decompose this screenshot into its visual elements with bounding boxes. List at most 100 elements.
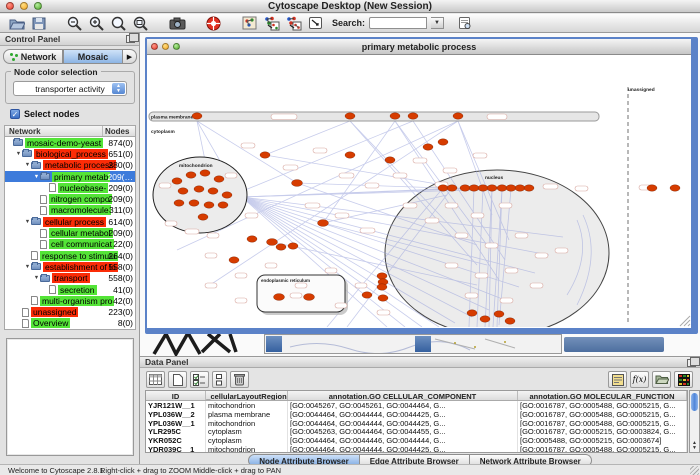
scrollbar-arrows[interactable]: ▲▼ — [690, 441, 699, 451]
table-cell[interactable]: YLR295C — [146, 427, 206, 436]
table-row[interactable]: YPL036W__2plasma membrane[GO:0044464, GO… — [146, 410, 687, 419]
table-cell[interactable]: mitochondrion — [206, 445, 288, 453]
expand-arrow-icon[interactable]: ▼ — [33, 275, 40, 281]
open-folder-icon[interactable] — [8, 15, 26, 32]
table-cell[interactable]: [GO:0044464, GO:0044444, GO:0044425, G..… — [288, 410, 518, 419]
table-cell[interactable]: YPL036W__1 — [146, 419, 206, 428]
expand-arrow-icon[interactable]: ▼ — [24, 264, 31, 270]
tree-row[interactable]: Overview8(0) — [5, 318, 135, 329]
table-row[interactable]: YJR121W__1mitochondrion[GO:0045267, GO:0… — [146, 401, 687, 410]
node-color-dropdown[interactable]: transporter activity ▲▼ — [13, 81, 127, 96]
table-cell[interactable]: [GO:0016787, GO:0005488, GO:0005215, G..… — [518, 419, 687, 428]
tree-row[interactable]: ▼establishment of lo558(0) — [5, 261, 135, 272]
destroy-network-icon[interactable] — [306, 15, 324, 32]
canvas-resize-grip[interactable] — [680, 316, 690, 326]
tree-row[interactable]: ▼cellular process614(0) — [5, 216, 135, 227]
col-header-region[interactable]: _cellularLayoutRegion — [206, 391, 288, 400]
table-row[interactable]: YPL036W__1mitochondrion[GO:0044464, GO:0… — [146, 419, 687, 428]
zoom-in-icon[interactable] — [88, 15, 106, 32]
nodes-column-header[interactable]: Nodes — [103, 126, 135, 136]
table-cell[interactable]: [GO:0045263, GO:0044464, GO:0044455, G..… — [288, 427, 518, 436]
tree-row[interactable]: unassigned223(0) — [5, 306, 135, 317]
table-cell[interactable]: [GO:0016787, GO:0005215, GO:0003824, G..… — [518, 427, 687, 436]
table-cell[interactable]: plasma membrane — [206, 410, 288, 419]
float-panel-icon[interactable] — [126, 35, 135, 43]
expand-arrow-icon[interactable]: ▼ — [15, 151, 22, 157]
table-cell[interactable]: YPL036W__2 — [146, 410, 206, 419]
tree-row[interactable]: nucleobase-209(0) — [5, 182, 135, 193]
search-config-icon[interactable] — [456, 15, 474, 32]
table-cell[interactable]: cytoplasm — [206, 427, 288, 436]
table-cell[interactable]: [GO:0044464, GO:0044446, GO:0044444, G..… — [288, 436, 518, 445]
open-attributes-folder-icon[interactable] — [652, 371, 671, 388]
expand-arrow-icon[interactable]: ▼ — [33, 174, 40, 180]
table-cell[interactable]: [GO:0016787, GO:0005488, GO:0005215, G..… — [518, 401, 687, 410]
tree-row[interactable]: ▼metabolic process280(0) — [5, 160, 135, 171]
table-cell[interactable]: [GO:0005488, GO:0005215, GO:0003674] — [518, 436, 687, 445]
expand-arrow-icon[interactable]: ▼ — [24, 219, 31, 225]
tab-mosaic[interactable]: Mosaic — [63, 49, 123, 64]
network-canvas[interactable]: nucleus — [147, 55, 691, 327]
trash-icon[interactable] — [230, 371, 249, 388]
delete-attributes-checklist-icon[interactable] — [190, 371, 209, 388]
scrollbar-thumb[interactable] — [691, 393, 698, 411]
table-row[interactable]: YKR052Ccytoplasm[GO:0044464, GO:0044446,… — [146, 436, 687, 445]
tree-row[interactable]: cellular metabol209(0) — [5, 227, 135, 238]
tree-row[interactable]: multi-organism pro42(0) — [5, 295, 135, 306]
network-overview-icon[interactable] — [240, 15, 258, 32]
zoom-selected-icon[interactable] — [132, 15, 150, 32]
plasma-membrane-region[interactable] — [149, 112, 599, 121]
new-attribute-page-icon[interactable] — [168, 371, 187, 388]
table-cell[interactable]: [GO:0016787, GO:0005488, GO:0005215, G..… — [518, 445, 687, 453]
help-lifesaver-icon[interactable] — [204, 15, 222, 32]
tab-network[interactable]: Network — [3, 49, 63, 64]
table-cell[interactable]: YJR121W__1 — [146, 401, 206, 410]
table-row[interactable]: YDR039C__1mitochondrion[GO:0044464, GO:0… — [146, 445, 687, 453]
tree-row[interactable]: ▼transport558(0) — [5, 273, 135, 284]
tree-row[interactable]: secretion41(0) — [5, 284, 135, 295]
col-header-molecular-function[interactable]: annotation.GO MOLECULAR_FUNCTION — [518, 391, 687, 400]
table-row[interactable]: YLR295Ccytoplasm[GO:0045263, GO:0044464,… — [146, 427, 687, 436]
table-cell[interactable]: [GO:0045267, GO:0045261, GO:0044464, G..… — [288, 401, 518, 410]
create-network-edges-icon[interactable] — [284, 15, 302, 32]
zoom-out-icon[interactable] — [66, 15, 84, 32]
table-cell[interactable]: mitochondrion — [206, 419, 288, 428]
snapshot-camera-icon[interactable] — [168, 15, 186, 32]
tree-row[interactable]: nitrogen compo209(0) — [5, 193, 135, 204]
save-icon[interactable] — [30, 15, 48, 32]
col-header-cellular-component[interactable]: annotation.GO CELLULAR_COMPONENT — [288, 391, 518, 400]
col-header-id[interactable]: ID — [146, 391, 206, 400]
table-cell[interactable]: [GO:0044464, GO:0044444, GO:0044425, G..… — [288, 445, 518, 453]
table-cell[interactable]: mitochondrion — [206, 401, 288, 410]
tree-row[interactable]: response to stimulu264(0) — [5, 250, 135, 261]
more-tabs-arrow[interactable]: ▶ — [123, 49, 137, 64]
table-cell[interactable]: YDR039C__1 — [146, 445, 206, 453]
attribute-batch-icon[interactable] — [212, 371, 227, 388]
select-attributes-grid-icon[interactable] — [146, 371, 165, 388]
tree-column-headers: Network Nodes — [4, 125, 136, 137]
table-cell[interactable]: [GO:0016787, GO:0005488, GO:0005215, G..… — [518, 410, 687, 419]
heatmap-grid-icon[interactable] — [674, 371, 693, 388]
select-nodes-checkbox[interactable]: ✓ — [10, 109, 20, 119]
network-overview-thumbnail[interactable] — [6, 338, 134, 456]
tree-row[interactable]: mosaic-demo-yeast874(0) — [5, 137, 135, 148]
zoom-fit-icon[interactable] — [110, 15, 128, 32]
float-panel-icon[interactable] — [687, 359, 696, 367]
function-builder-icon[interactable]: f(x) — [630, 371, 649, 388]
table-cell[interactable]: YKR052C — [146, 436, 206, 445]
network-view-titlebar[interactable]: primary metabolic process — [147, 39, 691, 55]
table-scrollbar[interactable]: ▲▼ — [689, 390, 700, 453]
tree-row[interactable]: cell communicat22(0) — [5, 239, 135, 250]
table-cell[interactable]: cytoplasm — [206, 436, 288, 445]
search-dropdown-arrow[interactable]: ▼ — [431, 17, 444, 29]
notes-pad-icon[interactable] — [608, 371, 627, 388]
search-input[interactable] — [369, 17, 427, 29]
create-network-icon[interactable] — [262, 15, 280, 32]
tree-row[interactable]: ▼primary metab209(… — [5, 171, 135, 182]
tree-row[interactable]: macromolecule311(0) — [5, 205, 135, 216]
table-cell[interactable]: [GO:0044464, GO:0044444, GO:0044425, G..… — [288, 419, 518, 428]
network-view-window[interactable]: primary metabolic process nucleus — [145, 37, 698, 334]
network-column-header[interactable]: Network — [5, 126, 103, 136]
tree-row[interactable]: ▼biological_process651(0) — [5, 148, 135, 159]
expand-arrow-icon[interactable]: ▼ — [24, 162, 31, 168]
